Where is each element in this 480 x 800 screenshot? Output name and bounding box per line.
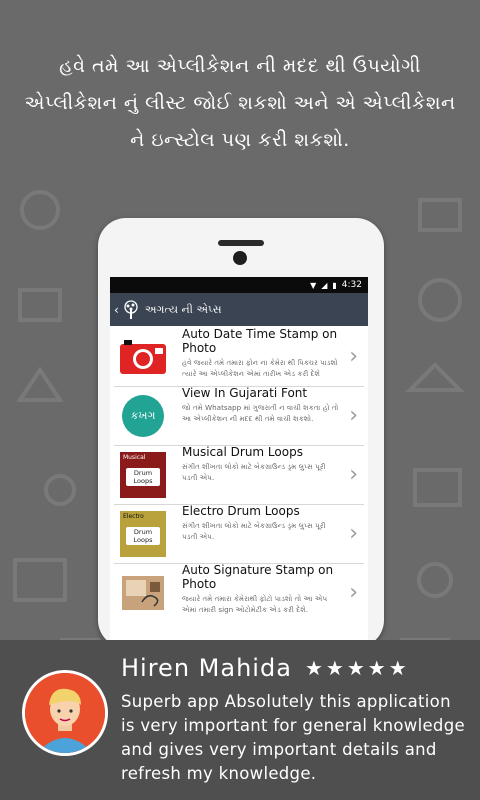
signal-icon: ◢ [321, 280, 328, 290]
headline: હવે તમે આ એપ્લીકેશન ની મદદ થી ઉપયોગી એપ્… [24, 55, 456, 151]
app-bar-title: અગત્ય ની એપ્સ [144, 302, 222, 316]
icon-caption: Musical [123, 454, 146, 461]
gujarati-font-badge: કખગ [122, 395, 164, 437]
list-item[interactable]: Musical Drum Loops Musical Drum Loops સં… [114, 445, 364, 505]
chevron-right-icon: › [349, 403, 358, 428]
app-name: Musical Drum Loops [182, 445, 303, 459]
list-item[interactable]: કખગ View In Gujarati Font જો તમે Whatsap… [114, 386, 364, 446]
app-description: સંગીત શીખતા લોકો માટે બેકગ્રાઉન્ડ ડ્રમ લ… [182, 521, 326, 541]
phone-speaker [218, 240, 264, 246]
icon-label: Drum Loops [126, 527, 160, 545]
app-description: હવે જયારે તમે તમારા ફોન ના કેમેરા થી પિક… [182, 358, 338, 378]
camera-icon [114, 328, 172, 386]
list-item[interactable]: Auto Date Time Stamp on Photo હવે જયારે … [114, 327, 364, 387]
list-item[interactable]: Auto Signature Stamp on Photo જયારે તમે … [114, 563, 364, 622]
chevron-right-icon: › [349, 344, 358, 369]
app-description: સંગીત શીખતા લોકો માટે બેકગ્રાઉન્ડ ડ્રમ લ… [182, 462, 326, 482]
icon-label: Drum Loops [126, 468, 160, 486]
avatar [22, 670, 108, 756]
icon-caption: Electro [123, 513, 144, 520]
drum-loops-icon: Musical Drum Loops [114, 446, 172, 504]
app-description: જયારે તમે તમારા કેમેરાથી ફોટો પાડશો તો આ… [182, 594, 328, 614]
chevron-right-icon: › [349, 521, 358, 546]
phone-screen: ▼ ◢ ▮ 4:32 ‹ અગત્ય ની એપ્સ Auto Date Tim… [110, 277, 368, 648]
drum-loops-icon: Electro Drum Loops [114, 505, 172, 563]
status-time: 4:32 [341, 280, 362, 290]
app-name: Auto Date Time Stamp on Photo [182, 327, 338, 355]
star-rating: ★★★★★ [305, 656, 410, 680]
chevron-right-icon: › [349, 580, 358, 605]
review-text: Superb app Absolutely this application i… [121, 692, 465, 783]
user-avatar-icon [25, 673, 105, 753]
review-panel: Hiren Mahida ★★★★★ Superb app Absolutely… [0, 640, 480, 800]
list-item[interactable]: Electro Drum Loops Electro Drum Loops સં… [114, 504, 364, 564]
tree-logo-icon [124, 299, 138, 319]
wifi-icon: ▼ [310, 280, 317, 290]
phone-camera [233, 251, 247, 265]
app-name: View In Gujarati Font [182, 386, 308, 400]
app-name: Electro Drum Loops [182, 504, 300, 518]
signature-photo-icon [114, 564, 172, 622]
back-icon[interactable]: ‹ [114, 303, 119, 317]
app-name: Auto Signature Stamp on Photo [182, 563, 334, 591]
reviewer-name: Hiren Mahida [121, 654, 292, 682]
app-bar: ‹ અગત્ય ની એપ્સ [110, 293, 368, 326]
battery-icon: ▮ [332, 280, 337, 290]
phone-mockup: ▼ ◢ ▮ 4:32 ‹ અગત્ય ની એપ્સ Auto Date Tim… [98, 218, 384, 648]
chevron-right-icon: › [349, 462, 358, 487]
app-list: Auto Date Time Stamp on Photo હવે જયારે … [110, 326, 368, 622]
app-description: જો તમે Whatsapp માં ગુજરાતી ન વાચી શકતા … [182, 403, 339, 423]
status-bar: ▼ ◢ ▮ 4:32 [110, 277, 368, 293]
gujarati-font-icon: કખગ [114, 387, 172, 445]
